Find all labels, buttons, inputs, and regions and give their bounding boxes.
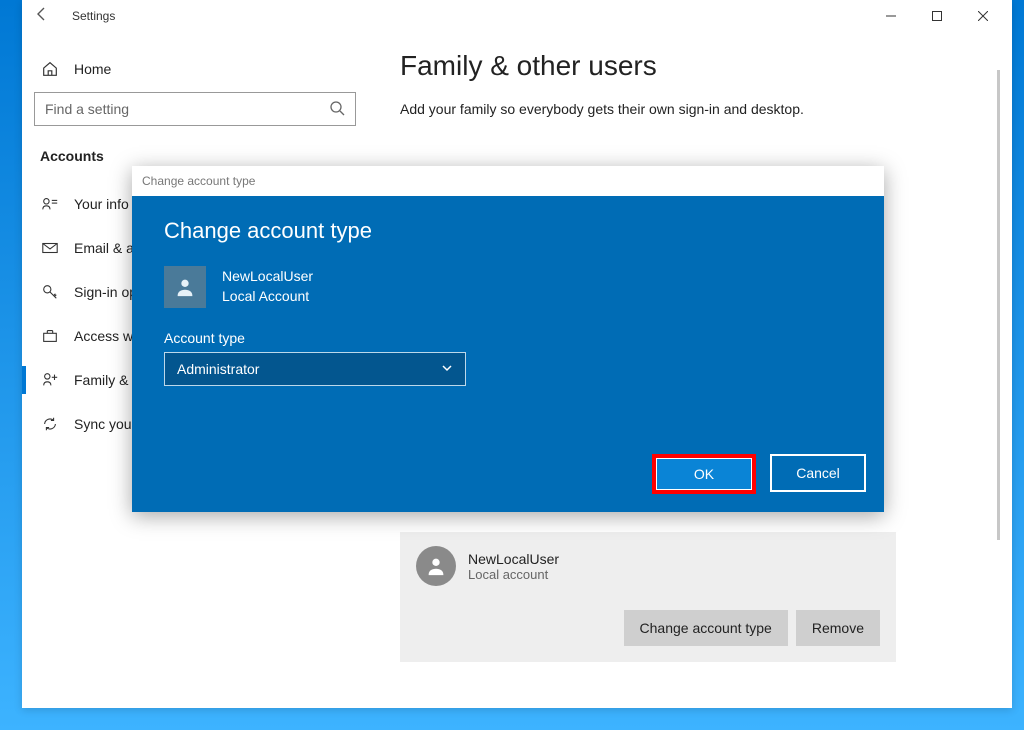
- cancel-button[interactable]: Cancel: [770, 454, 866, 492]
- account-type-label: Account type: [164, 330, 852, 346]
- user-row[interactable]: NewLocalUser Local account: [416, 546, 880, 586]
- dropdown-value: Administrator: [177, 361, 259, 377]
- dialog-titlebar-text: Change account type: [142, 174, 255, 188]
- sync-icon: [40, 415, 60, 433]
- user-card-name: NewLocalUser: [468, 551, 559, 567]
- chevron-down-icon: [441, 361, 453, 377]
- remove-button[interactable]: Remove: [796, 610, 880, 646]
- avatar: [416, 546, 456, 586]
- page-description: Add your family so everybody gets their …: [400, 100, 994, 120]
- minimize-button[interactable]: [868, 1, 914, 31]
- back-arrow-icon[interactable]: [28, 6, 56, 27]
- window-titlebar: Settings: [22, 0, 1012, 32]
- page-title: Family & other users: [400, 50, 994, 82]
- dialog-avatar: [164, 266, 206, 308]
- change-account-type-dialog: Change account type Change account type …: [132, 166, 884, 512]
- email-icon: [40, 239, 60, 257]
- user-card-subtitle: Local account: [468, 567, 559, 582]
- account-type-dropdown[interactable]: Administrator: [164, 352, 466, 386]
- search-placeholder: Find a setting: [45, 101, 129, 117]
- family-icon: [40, 371, 60, 389]
- your-info-icon: [40, 195, 60, 213]
- dialog-heading: Change account type: [164, 218, 852, 244]
- window-title: Settings: [72, 9, 115, 23]
- dialog-titlebar: Change account type: [132, 166, 884, 196]
- work-icon: [40, 327, 60, 345]
- ok-button[interactable]: OK: [656, 458, 752, 490]
- user-card: NewLocalUser Local account Change accoun…: [400, 532, 896, 662]
- search-input[interactable]: Find a setting: [34, 92, 356, 126]
- dialog-user-subtitle: Local Account: [222, 287, 313, 307]
- change-account-type-button[interactable]: Change account type: [624, 610, 788, 646]
- close-button[interactable]: [960, 1, 1006, 31]
- sidebar-home[interactable]: Home: [22, 46, 382, 92]
- dialog-user-row: NewLocalUser Local Account: [164, 266, 852, 308]
- maximize-button[interactable]: [914, 1, 960, 31]
- signin-icon: [40, 283, 60, 301]
- search-icon: [329, 100, 345, 119]
- dialog-body: Change account type NewLocalUser Local A…: [132, 196, 884, 512]
- sidebar-item-label: Your info: [74, 196, 129, 212]
- home-icon: [40, 60, 60, 78]
- scrollbar[interactable]: [997, 70, 1000, 540]
- dialog-user-name: NewLocalUser: [222, 267, 313, 287]
- ok-button-highlight: OK: [652, 454, 756, 494]
- sidebar-home-label: Home: [74, 61, 111, 77]
